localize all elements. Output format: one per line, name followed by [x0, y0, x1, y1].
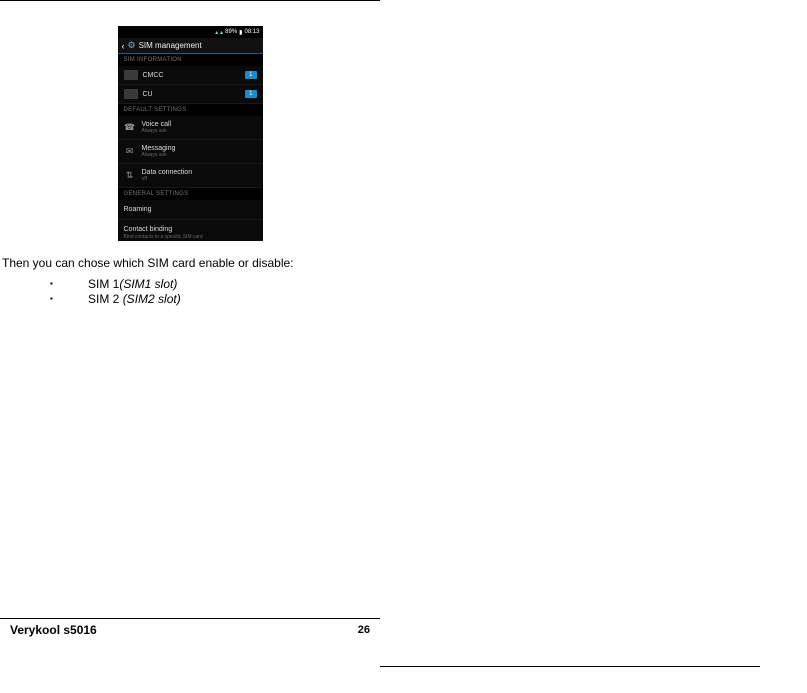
message-icon: ✉	[124, 146, 136, 158]
item-prefix: SIM 2	[88, 292, 123, 306]
sim-label: CMCC	[143, 72, 246, 79]
sim-row[interactable]: CU 1	[118, 85, 263, 104]
back-icon[interactable]: ‹	[122, 41, 125, 51]
item-suffix: (SIM2 slot)	[123, 292, 181, 306]
status-bar: ▴ ▴ 89% ▮ 08:13	[118, 26, 263, 38]
battery-text: 89%	[225, 29, 237, 35]
setting-title: Roaming	[124, 206, 257, 213]
bullet-list: SIM 1(SIM1 slot) SIM 2 (SIM2 slot)	[0, 277, 380, 308]
section-header-sim-info: SIM INFORMATION	[118, 54, 263, 66]
footer-page-number: 26	[358, 624, 370, 636]
setting-row-binding[interactable]: Contact binding Bind contacts to a speci…	[118, 220, 263, 241]
phone-icon: ☎	[124, 122, 136, 134]
status-time: 08:13	[244, 29, 259, 35]
section-header-default: DEFAULT SETTINGS	[118, 104, 263, 116]
sim-row[interactable]: CMCC 1	[118, 66, 263, 85]
footer-model: Verykool s5016	[10, 623, 97, 637]
setting-title: Voice call	[142, 121, 172, 128]
phone-screenshot: ▴ ▴ 89% ▮ 08:13 ‹ ⚙ SIM management SIM I…	[118, 26, 263, 241]
page-footer: Verykool s5016 26	[0, 618, 380, 641]
sim-icon	[124, 70, 138, 80]
list-item: SIM 1(SIM1 slot)	[50, 277, 380, 293]
signal-icon: ▴	[215, 29, 218, 36]
setting-row-messaging[interactable]: ✉ Messaging Always ask	[118, 140, 263, 164]
list-item: SIM 2 (SIM2 slot)	[50, 292, 380, 308]
setting-row-data[interactable]: ⇅ Data connection off	[118, 164, 263, 188]
document-page: ▴ ▴ 89% ▮ 08:13 ‹ ⚙ SIM management SIM I…	[0, 0, 380, 646]
data-icon: ⇅	[124, 170, 136, 182]
body-intro: Then you can chose which SIM card enable…	[0, 251, 380, 277]
setting-title: Data connection	[142, 169, 193, 176]
setting-sub: Always ask	[142, 152, 176, 158]
item-prefix: SIM 1	[88, 277, 119, 291]
setting-sub: Bind contacts to a specific SIM card	[124, 234, 257, 240]
setting-row-roaming[interactable]: Roaming	[118, 200, 263, 220]
gear-icon: ⚙	[128, 40, 136, 51]
setting-row-voice[interactable]: ☎ Voice call Always ask	[118, 116, 263, 140]
setting-sub: Always ask	[142, 128, 172, 134]
section-header-general: GENERAL SETTINGS	[118, 188, 263, 200]
setting-title: Messaging	[142, 145, 176, 152]
setting-title: Contact binding	[124, 226, 257, 233]
screenshot-container: ▴ ▴ 89% ▮ 08:13 ‹ ⚙ SIM management SIM I…	[0, 26, 380, 241]
sim-badge: 1	[245, 71, 256, 79]
title-bar: ‹ ⚙ SIM management	[118, 38, 263, 54]
screen-title: SIM management	[139, 41, 202, 50]
item-suffix: (SIM1 slot)	[119, 277, 177, 291]
sim-badge: 1	[245, 90, 256, 98]
divider-line	[380, 666, 760, 667]
sim-label: CU	[143, 91, 246, 98]
sim-icon	[124, 89, 138, 99]
battery-icon: ▮	[239, 29, 242, 36]
signal-icon: ▴	[220, 29, 223, 36]
setting-sub: off	[142, 176, 193, 182]
